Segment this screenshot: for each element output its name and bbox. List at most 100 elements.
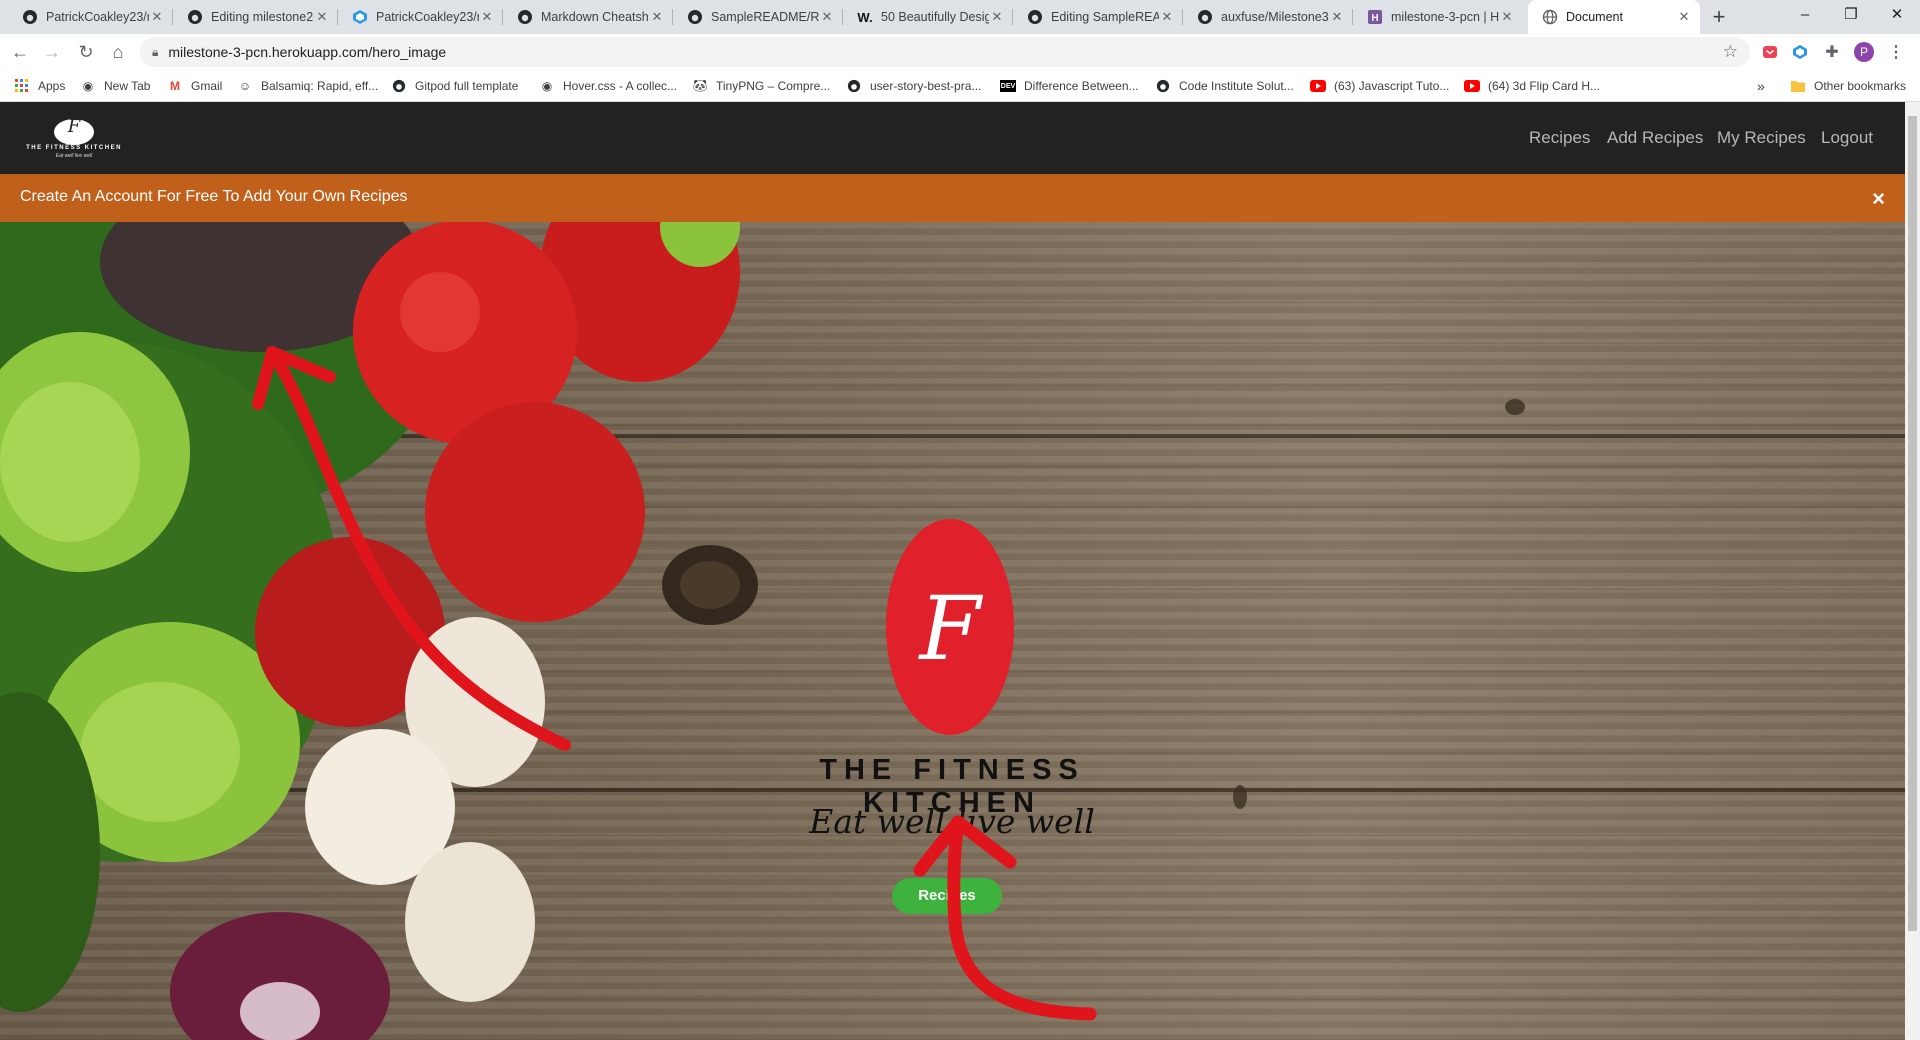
site-logo[interactable]: F THE FITNESS KITCHEN Eat well live well xyxy=(20,114,128,162)
close-tab-icon[interactable]: ✕ xyxy=(149,9,165,25)
browser-tab[interactable]: PatrickCoakley23/m ✕ xyxy=(338,0,503,34)
github-icon xyxy=(1197,9,1213,25)
tab-title: 50 Beautifully Desig xyxy=(881,10,989,24)
close-tab-icon[interactable]: ✕ xyxy=(314,9,330,25)
bookmark-label: Gitpod full template xyxy=(415,79,519,93)
url-text: milestone-3-pcn.herokuapp.com/hero_image xyxy=(168,44,447,60)
bookmark-javascript-tutorial[interactable]: (63) Javascript Tuto... xyxy=(1310,70,1449,102)
browser-tab[interactable]: Editing SampleREA ✕ xyxy=(1013,0,1183,34)
menu-kebab-icon[interactable]: ⋮ xyxy=(1886,42,1906,62)
svg-text:H: H xyxy=(1371,13,1378,24)
close-tab-icon[interactable]: ✕ xyxy=(1676,9,1692,25)
bookmark-new-tab[interactable]: ◉ New Tab xyxy=(80,70,151,102)
annotation-arrows xyxy=(252,346,1097,1021)
nav-link-logout[interactable]: Logout xyxy=(1821,128,1873,148)
bookmark-flip-card[interactable]: (64) 3d Flip Card H... xyxy=(1464,70,1600,102)
site-logo-monogram: F xyxy=(67,116,81,137)
browser-toolbar: ← → ↻ ⌂ 🔒︎ milestone-3-pcn.herokuapp.com… xyxy=(0,34,1920,70)
close-tab-icon[interactable]: ✕ xyxy=(649,9,665,25)
home-icon[interactable]: ⌂ xyxy=(106,40,130,64)
browser-tab[interactable]: W. 50 Beautifully Desig ✕ xyxy=(843,0,1013,34)
browser-tab[interactable]: Markdown Cheatsh ✕ xyxy=(503,0,673,34)
github-icon xyxy=(687,9,703,25)
browser-tab[interactable]: SampleREADME/RE ✕ xyxy=(673,0,843,34)
page-scrollbar[interactable] xyxy=(1905,102,1920,1040)
browser-tab[interactable]: auxfuse/Milestone3 ✕ xyxy=(1183,0,1353,34)
minimize-button[interactable]: – xyxy=(1782,0,1828,32)
tab-title: Editing milestone2- xyxy=(211,10,314,24)
bookmark-label: user-story-best-pra... xyxy=(870,79,982,93)
extensions-puzzle-icon[interactable]: ✚ xyxy=(1822,42,1842,62)
globe-icon: ◉ xyxy=(82,79,94,93)
heroku-icon: H xyxy=(1367,9,1383,25)
signup-alert-banner: Create An Account For Free To Add Your O… xyxy=(0,174,1905,222)
close-tab-icon[interactable]: ✕ xyxy=(1329,9,1345,25)
bookmark-label: Other bookmarks xyxy=(1814,79,1907,93)
codecov-extension-icon[interactable] xyxy=(1790,42,1810,62)
tab-title: PatrickCoakley23/m xyxy=(376,10,479,24)
gmail-icon: M xyxy=(170,79,180,93)
bookmark-tinypng[interactable]: 🐼︎ TinyPNG – Compre... xyxy=(692,70,830,102)
page-viewport: F THE FITNESS KITCHEN Eat well live well… xyxy=(0,102,1905,1040)
close-tab-icon[interactable]: ✕ xyxy=(1159,9,1175,25)
close-tab-icon[interactable]: ✕ xyxy=(479,9,495,25)
bookmark-code-institute[interactable]: Code Institute Solut... xyxy=(1155,70,1294,102)
bookmark-label: Gmail xyxy=(191,79,223,93)
forward-arrow-icon[interactable]: → xyxy=(40,40,64,64)
bookmark-gitpod[interactable]: Gitpod full template xyxy=(391,70,518,102)
close-tab-icon[interactable]: ✕ xyxy=(819,9,835,25)
bookmark-difference[interactable]: DEV Difference Between... xyxy=(1000,70,1139,102)
bookmark-label: Difference Between... xyxy=(1024,79,1139,93)
tab-title: Editing SampleREA xyxy=(1051,10,1159,24)
github-icon xyxy=(22,9,38,25)
scrollbar-thumb[interactable] xyxy=(1908,116,1917,931)
alert-close-icon[interactable]: × xyxy=(1872,186,1885,212)
youtube-icon xyxy=(1310,78,1326,94)
browser-tab-active[interactable]: Document ✕ xyxy=(1528,0,1700,34)
nav-link-my-recipes[interactable]: My Recipes xyxy=(1717,128,1806,148)
close-window-button[interactable]: ✕ xyxy=(1874,0,1920,32)
tab-title: Document xyxy=(1566,10,1623,24)
github-icon xyxy=(187,9,203,25)
bookmark-hovercss[interactable]: ◉ Hover.css - A collec... xyxy=(539,70,677,102)
nav-link-recipes[interactable]: Recipes xyxy=(1529,128,1590,148)
github-icon xyxy=(1155,78,1171,94)
bookmark-apps[interactable]: Apps xyxy=(14,70,65,102)
restore-button[interactable]: ❐ xyxy=(1828,0,1874,32)
site-navbar: F THE FITNESS KITCHEN Eat well live well… xyxy=(0,102,1905,174)
back-arrow-icon[interactable]: ← xyxy=(8,40,32,64)
browser-tab[interactable]: H milestone-3-pcn | H ✕ xyxy=(1353,0,1523,34)
tab-title: milestone-3-pcn | H xyxy=(1391,10,1499,24)
reload-icon[interactable]: ↻ xyxy=(74,40,98,64)
wood-knot xyxy=(1505,399,1525,415)
profile-avatar[interactable]: P xyxy=(1854,42,1874,62)
tinypng-icon: 🐼︎ xyxy=(692,79,708,93)
site-logo-title: THE FITNESS KITCHEN xyxy=(26,145,122,151)
tab-title: Markdown Cheatsh xyxy=(541,10,649,24)
globe-icon xyxy=(1542,9,1558,25)
balsamiq-icon: ☺ xyxy=(238,79,252,93)
close-tab-icon[interactable]: ✕ xyxy=(989,9,1005,25)
browser-tab[interactable]: PatrickCoakley23/m ✕ xyxy=(8,0,173,34)
pocket-extension-icon[interactable] xyxy=(1760,42,1780,62)
other-bookmarks-folder[interactable]: Other bookmarks xyxy=(1790,70,1906,102)
tab-title: SampleREADME/RE xyxy=(711,10,819,24)
globe-icon: ◉ xyxy=(541,79,553,93)
site-logo-tagline: Eat well live well xyxy=(55,153,93,159)
bookmark-star-icon[interactable]: ☆ xyxy=(1723,42,1738,62)
youtube-icon xyxy=(1464,78,1480,94)
wood-knot xyxy=(1233,785,1247,809)
bookmark-label: TinyPNG – Compre... xyxy=(716,79,831,93)
bookmark-label: (63) Javascript Tuto... xyxy=(1334,79,1450,93)
nav-link-add-recipes[interactable]: Add Recipes xyxy=(1607,128,1703,148)
address-bar[interactable]: 🔒︎ milestone-3-pcn.herokuapp.com/hero_im… xyxy=(140,37,1750,67)
bookmark-balsamiq[interactable]: ☺ Balsamiq: Rapid, eff... xyxy=(237,70,378,102)
bookmark-user-story[interactable]: user-story-best-pra... xyxy=(846,70,981,102)
browser-tab[interactable]: Editing milestone2- ✕ xyxy=(173,0,338,34)
bookmarks-overflow-button[interactable]: » xyxy=(1757,70,1765,102)
alert-message: Create An Account For Free To Add Your O… xyxy=(20,188,408,205)
bookmark-gmail[interactable]: M Gmail xyxy=(167,70,222,102)
new-tab-button[interactable]: + xyxy=(1706,4,1732,30)
close-tab-icon[interactable]: ✕ xyxy=(1499,9,1515,25)
profile-initial: P xyxy=(1854,42,1874,62)
